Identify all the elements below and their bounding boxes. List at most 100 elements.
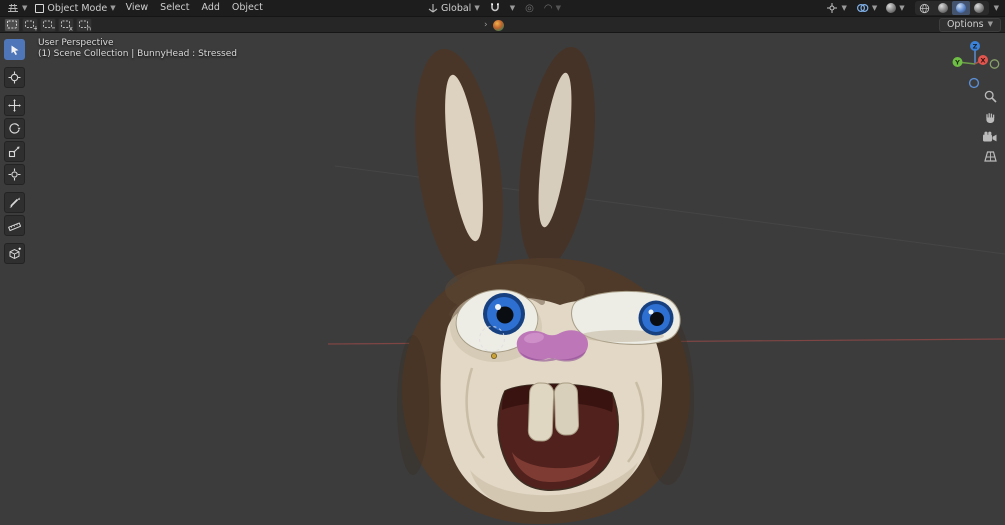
chevron-down-icon: ▼ <box>555 3 561 12</box>
select-invert-icon: x <box>60 20 73 32</box>
xray-toggle-dropdown[interactable]: ▼ <box>882 1 908 15</box>
tool-transform[interactable] <box>4 164 25 185</box>
toolbar <box>4 39 25 264</box>
proportional-falloff-dropdown[interactable]: ◠ ▼ <box>540 1 565 15</box>
svg-text:x: x <box>69 25 73 32</box>
shading-rendered-button[interactable] <box>970 1 988 15</box>
snap-settings-dropdown[interactable]: ▼ <box>506 1 519 15</box>
select-mode-subtract-button[interactable]: − <box>40 17 56 32</box>
select-mode-invert-button[interactable]: x <box>58 17 74 32</box>
options-dropdown[interactable]: Options ▼ <box>938 17 1001 32</box>
transform-icon <box>8 168 21 181</box>
xray-sphere-icon <box>886 3 897 13</box>
proportional-editing-toggle[interactable]: ◎ <box>521 1 538 15</box>
cursor-3d-icon <box>8 71 21 84</box>
falloff-curve-icon: ◠ <box>543 2 553 14</box>
bunny-head-mesh[interactable] <box>397 42 694 524</box>
tool-settings-center: › <box>484 17 504 34</box>
snap-toggle[interactable] <box>486 1 504 15</box>
tool-move[interactable] <box>4 95 25 116</box>
add-cube-icon <box>9 247 21 259</box>
camera-view-icon[interactable] <box>982 131 998 144</box>
rotate-icon <box>9 123 21 134</box>
show-gizmo-dropdown[interactable]: ▼ <box>822 1 850 15</box>
tool-scale[interactable] <box>4 141 25 162</box>
gizmo-y-axis-line <box>961 61 976 65</box>
snap-magnet-icon <box>490 3 499 12</box>
mode-dropdown[interactable]: Object Mode ▼ <box>31 1 119 15</box>
bunny-ear-right[interactable] <box>507 42 607 274</box>
tool-add-cube[interactable] <box>4 243 25 264</box>
3d-scene[interactable] <box>0 33 1005 525</box>
shading-settings-dropdown[interactable]: ▼ <box>990 1 1003 15</box>
gizmo-y-label: Y <box>954 58 960 66</box>
material-sphere-icon <box>955 3 966 13</box>
move-icon <box>8 99 21 112</box>
options-label: Options <box>946 19 984 30</box>
show-overlays-dropdown[interactable]: ▼ <box>852 1 881 15</box>
measure-ruler-icon <box>8 222 21 232</box>
tool-settings-bar: + − x ∩ › Options ▼ <box>0 16 1005 33</box>
transform-orientation-dropdown[interactable]: Global ▼ <box>424 1 484 15</box>
tool-cursor[interactable] <box>4 67 25 88</box>
mode-label: Object Mode <box>47 2 108 14</box>
navigation-gizmo[interactable]: Z Y X <box>949 37 1001 92</box>
select-mode-buttons: + − x ∩ <box>4 17 92 32</box>
tool-settings-sphere-icon[interactable] <box>492 20 504 31</box>
svg-text:∩: ∩ <box>86 25 91 32</box>
gizmo-z-negative-ball[interactable] <box>968 77 980 89</box>
menu-object[interactable]: Object <box>226 1 269 15</box>
viewport-header: ▼ Object Mode ▼ View Select Add Object G… <box>0 0 1005 16</box>
tool-rotate[interactable] <box>4 118 25 139</box>
object-mode-icon <box>35 3 45 13</box>
gizmo-y-negative-ball[interactable] <box>989 59 1000 69</box>
select-mode-intersect-button[interactable]: ∩ <box>76 17 92 32</box>
wireframe-sphere-icon <box>919 3 930 13</box>
svg-text:+: + <box>33 25 37 32</box>
select-mode-set-button[interactable] <box>4 17 20 32</box>
svg-text:−: − <box>51 24 55 32</box>
shading-wireframe-button[interactable] <box>916 1 934 15</box>
header-right-cluster: ▼ ▼ ▼ ▼ <box>822 1 1003 15</box>
tool-measure[interactable] <box>4 215 25 236</box>
chevron-down-icon: ▼ <box>899 3 905 12</box>
chevron-right-icon[interactable]: › <box>484 21 488 30</box>
select-set-icon <box>6 20 17 29</box>
select-extend-icon: + <box>24 20 37 32</box>
chevron-down-icon: ▼ <box>871 3 878 12</box>
shading-solid-button[interactable] <box>934 1 952 15</box>
menu-view[interactable]: View <box>120 1 155 15</box>
select-mode-extend-button[interactable]: + <box>22 17 38 32</box>
editor-type-icon <box>8 3 18 13</box>
chevron-down-icon: ▼ <box>993 3 999 12</box>
orientation-label: Global <box>441 2 472 14</box>
orientation-axes-icon <box>428 4 438 13</box>
shading-material-button[interactable] <box>951 1 970 15</box>
chevron-down-icon: ▼ <box>509 3 516 12</box>
shading-mode-group <box>914 1 989 15</box>
menu-select[interactable]: Select <box>154 1 195 15</box>
header-center-cluster: Global ▼ ▼ ◎ ◠ ▼ <box>424 1 565 15</box>
3d-viewport[interactable]: User Perspective (1) Scene Collection | … <box>0 33 1005 525</box>
zoom-icon[interactable] <box>983 89 998 104</box>
chevron-down-icon: ▼ <box>110 3 116 12</box>
gizmo-toggle-icon <box>827 3 838 13</box>
perspective-toggle-icon[interactable] <box>983 150 998 163</box>
pan-hand-icon[interactable] <box>983 110 998 125</box>
select-box-icon <box>11 45 18 55</box>
menu-add[interactable]: Add <box>195 1 225 15</box>
scale-icon <box>8 146 20 158</box>
tool-select-box[interactable] <box>4 39 25 60</box>
bunny-eye-right[interactable] <box>571 290 681 345</box>
rendered-sphere-icon <box>973 3 984 13</box>
object-origin-dot[interactable] <box>490 352 497 359</box>
annotate-pen-icon <box>9 197 20 208</box>
bunny-ear-left[interactable] <box>402 43 517 292</box>
tool-annotate[interactable] <box>4 192 25 213</box>
solid-sphere-icon <box>937 3 948 13</box>
editor-type-button[interactable]: ▼ <box>3 1 31 15</box>
gizmo-z-label: Z <box>973 42 978 50</box>
gizmo-x-label: X <box>980 56 985 64</box>
chevron-down-icon: ▼ <box>474 3 480 12</box>
overlays-toggle-icon <box>856 3 869 13</box>
